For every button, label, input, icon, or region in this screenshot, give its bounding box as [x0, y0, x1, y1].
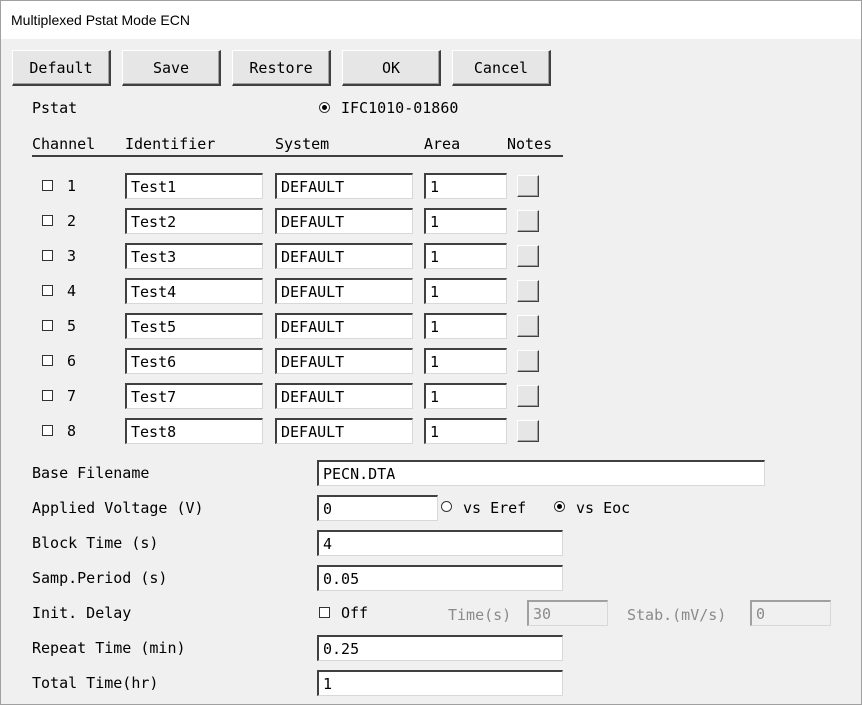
channel-number: 2: [67, 212, 77, 230]
notes-button[interactable]: [517, 280, 539, 302]
identifier-input[interactable]: Test5: [125, 313, 263, 339]
channel-checkbox[interactable]: [42, 215, 53, 226]
notes-button[interactable]: [517, 315, 539, 337]
header-divider: [32, 155, 563, 157]
system-input[interactable]: DEFAULT: [275, 278, 413, 304]
pstat-label: Pstat: [32, 99, 78, 117]
notes-button[interactable]: [517, 350, 539, 372]
system-input[interactable]: DEFAULT: [275, 313, 413, 339]
system-input[interactable]: DEFAULT: [275, 173, 413, 199]
area-input[interactable]: 1: [424, 383, 507, 409]
window-title: Multiplexed Pstat Mode ECN: [11, 12, 190, 28]
applied-voltage-input[interactable]: 0: [317, 495, 438, 521]
area-input[interactable]: 1: [424, 418, 507, 444]
area-input[interactable]: 1: [424, 348, 507, 374]
init-delay-off-label: Off: [341, 604, 369, 622]
samp-period-input[interactable]: 0.05: [317, 565, 563, 591]
notes-button[interactable]: [517, 245, 539, 267]
vs-eref-label: vs Eref: [463, 499, 527, 517]
total-time-label: Total Time(hr): [32, 674, 159, 692]
system-input[interactable]: DEFAULT: [275, 208, 413, 234]
repeat-time-input[interactable]: 0.25: [317, 635, 563, 661]
channel-number: 5: [67, 317, 77, 335]
area-input[interactable]: 1: [424, 243, 507, 269]
notes-button[interactable]: [517, 420, 539, 442]
title-bar: Multiplexed Pstat Mode ECN: [1, 1, 861, 39]
block-time-input[interactable]: 4: [317, 530, 563, 556]
block-time-label: Block Time (s): [32, 534, 159, 552]
channel-number: 4: [67, 282, 77, 300]
header-channel: Channel: [32, 135, 96, 153]
applied-voltage-label: Applied Voltage (V): [32, 499, 204, 517]
area-input[interactable]: 1: [424, 208, 507, 234]
identifier-input[interactable]: Test1: [125, 173, 263, 199]
ok-button[interactable]: OK: [342, 50, 441, 86]
init-delay-checkbox[interactable]: [319, 607, 330, 618]
channel-checkbox[interactable]: [42, 425, 53, 436]
channel-checkbox[interactable]: [42, 355, 53, 366]
stab-input: 0: [750, 600, 831, 626]
pstat-option-label: IFC1010-01860: [341, 99, 459, 117]
identifier-input[interactable]: Test8: [125, 418, 263, 444]
total-time-input[interactable]: 1: [317, 670, 563, 696]
vs-eref-radio[interactable]: [441, 501, 452, 512]
area-input[interactable]: 1: [424, 278, 507, 304]
channel-number: 3: [67, 247, 77, 265]
header-system: System: [275, 135, 330, 153]
system-input[interactable]: DEFAULT: [275, 418, 413, 444]
area-input[interactable]: 1: [424, 313, 507, 339]
channel-checkbox[interactable]: [42, 180, 53, 191]
samp-period-label: Samp.Period (s): [32, 569, 168, 587]
delay-time-label: Time(s): [448, 606, 512, 624]
default-button[interactable]: Default: [12, 50, 111, 86]
identifier-input[interactable]: Test3: [125, 243, 263, 269]
cancel-button[interactable]: Cancel: [452, 50, 551, 86]
restore-button[interactable]: Restore: [232, 50, 331, 86]
vs-eoc-label: vs Eoc: [576, 499, 631, 517]
channel-number: 1: [67, 177, 77, 195]
header-notes: Notes: [507, 135, 553, 153]
pstat-radio[interactable]: [319, 102, 330, 113]
channel-number: 7: [67, 387, 77, 405]
notes-button[interactable]: [517, 385, 539, 407]
channel-checkbox[interactable]: [42, 320, 53, 331]
base-filename-input[interactable]: PECN.DTA: [317, 460, 765, 486]
system-input[interactable]: DEFAULT: [275, 243, 413, 269]
system-input[interactable]: DEFAULT: [275, 348, 413, 374]
area-input[interactable]: 1: [424, 173, 507, 199]
identifier-input[interactable]: Test4: [125, 278, 263, 304]
identifier-input[interactable]: Test2: [125, 208, 263, 234]
delay-time-input: 30: [527, 600, 608, 626]
channel-number: 8: [67, 422, 77, 440]
channel-checkbox[interactable]: [42, 285, 53, 296]
dialog-window: Multiplexed Pstat Mode ECN Default Save …: [0, 0, 862, 705]
system-input[interactable]: DEFAULT: [275, 383, 413, 409]
save-button[interactable]: Save: [122, 50, 221, 86]
header-identifier: Identifier: [125, 135, 216, 153]
init-delay-label: Init. Delay: [32, 604, 132, 622]
header-area: Area: [424, 135, 461, 153]
channel-number: 6: [67, 352, 77, 370]
stab-label: Stab.(mV/s): [627, 606, 727, 624]
base-filename-label: Base Filename: [32, 464, 150, 482]
channel-checkbox[interactable]: [42, 390, 53, 401]
repeat-time-label: Repeat Time (min): [32, 639, 186, 657]
vs-eoc-radio[interactable]: [554, 501, 565, 512]
identifier-input[interactable]: Test7: [125, 383, 263, 409]
notes-button[interactable]: [517, 175, 539, 197]
notes-button[interactable]: [517, 210, 539, 232]
channel-checkbox[interactable]: [42, 250, 53, 261]
identifier-input[interactable]: Test6: [125, 348, 263, 374]
